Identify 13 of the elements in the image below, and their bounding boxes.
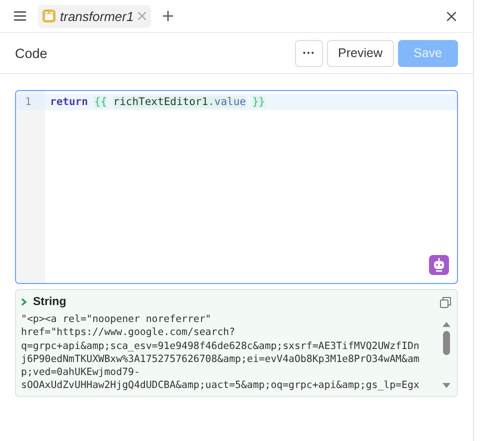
result-text-line: q=grpc+api&amp;sca_esv=91e9498f46de628c&amp;sxsrf=AE3TifMVQ2UWzfIDn (21, 340, 420, 353)
code-editor[interactable]: 1 return {{ richTextEditor1.value }} (15, 90, 458, 284)
result-text-line: href="https://www.google.com/search? (21, 326, 236, 340)
preview-button[interactable]: Preview (327, 40, 394, 66)
result-text-line: "<p><a rel="noopener noreferrer" (21, 313, 212, 326)
result-text-line: j6P90edNmTKUXWBxw%3A1752757626708&amp;ei=evV4aOb8Kp3M1e8PrO34wAM&am (21, 352, 420, 366)
result-type: String (33, 296, 66, 308)
result-text-line: sOOAxUdZvUHHaw2HjgQ4dUDCBA&amp;uact=5&amp;oq=grpc+api&amp;gs_lp=Egx (21, 379, 420, 393)
line-number: 1 (16, 94, 45, 110)
more-button[interactable]: ··· (294, 40, 324, 66)
tab[interactable]: transformer1 (38, 4, 151, 28)
section-title: Code (15, 46, 48, 60)
result-text-line: p;ved=0ahUKEwjmod79- (21, 366, 141, 380)
